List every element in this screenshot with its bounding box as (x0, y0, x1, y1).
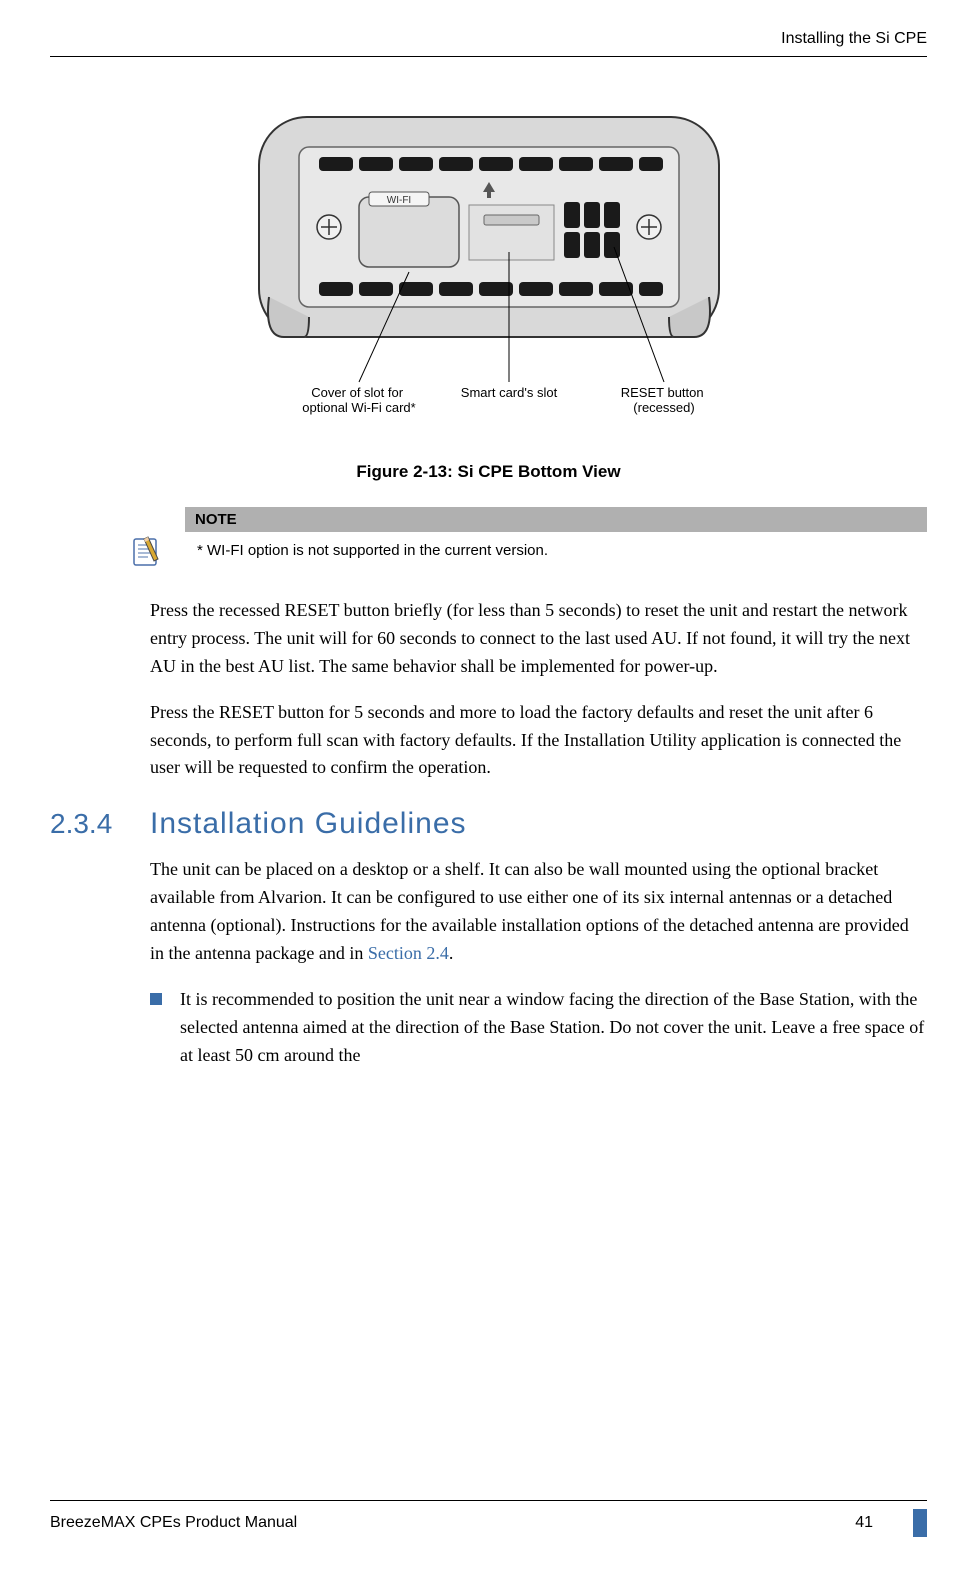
note-header: NOTE (185, 507, 927, 532)
footer-accent-bar (913, 1509, 927, 1537)
header-divider (50, 56, 927, 57)
svg-text:WI-FI: WI-FI (386, 195, 410, 206)
svg-text:RESET button (recessed): RESET button (recessed) (620, 385, 707, 415)
svg-text:Smart card's slot: Smart card's slot (460, 385, 557, 400)
bullet-square-icon (150, 993, 162, 1005)
section-intro-b: . (449, 943, 454, 963)
note-block: NOTE * WI-FI option is not supported in … (130, 507, 927, 572)
footer-page-number: 41 (855, 1514, 873, 1532)
section-number: 2.3.4 (50, 808, 150, 840)
paragraph-reset-brief: Press the recessed RESET button briefly … (150, 597, 927, 681)
footer-divider (50, 1500, 927, 1501)
section-title: Installation Guidelines (150, 807, 467, 841)
svg-text:Cover of slot for option: Cover of slot for optional Wi-Fi card* (302, 385, 415, 415)
note-text: * WI-FI option is not supported in the c… (185, 532, 927, 559)
bullet-text: It is recommended to position the unit n… (180, 986, 927, 1070)
section-heading: 2.3.4 Installation Guidelines (50, 807, 927, 841)
page-footer: BreezeMAX CPEs Product Manual 41 (50, 1500, 927, 1537)
section-link[interactable]: Section 2.4 (368, 943, 449, 963)
header-section-title: Installing the Si CPE (50, 30, 927, 56)
section-intro-a: The unit can be placed on a desktop or a… (150, 859, 909, 963)
figure-container: WI-FI Cover of slot for optional Wi-Fi c… (50, 97, 927, 442)
footer-manual-title: BreezeMAX CPEs Product Manual (50, 1514, 297, 1532)
bullet-item: It is recommended to position the unit n… (150, 986, 927, 1070)
paragraph-reset-long: Press the RESET button for 5 seconds and… (150, 699, 927, 783)
section-intro: The unit can be placed on a desktop or a… (150, 856, 927, 968)
device-illustration: WI-FI Cover of slot for optional Wi-Fi c… (209, 97, 769, 437)
figure-caption: Figure 2-13: Si CPE Bottom View (50, 462, 927, 482)
note-icon (130, 507, 170, 572)
